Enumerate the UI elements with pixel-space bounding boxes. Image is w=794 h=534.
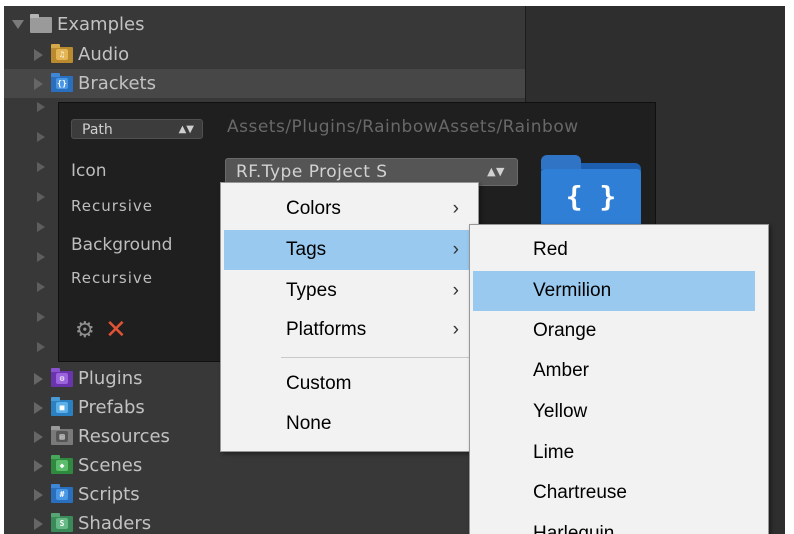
scenes-folder-icon: ◆ <box>51 454 73 474</box>
tree-item-label: Scripts <box>78 484 140 505</box>
menu-item-custom[interactable]: Custom <box>224 364 475 404</box>
menu-item-colors[interactable]: Colors › <box>224 189 475 229</box>
collapse-arrow-icon[interactable] <box>37 192 45 202</box>
audio-folder-icon: ♫ <box>51 43 73 63</box>
tree-item-resources[interactable]: ▤ Resources <box>34 422 170 451</box>
collapse-arrow-icon[interactable] <box>34 488 43 501</box>
path-field[interactable]: Assets/Plugins/RainbowAssets/Rainbow <box>227 117 579 137</box>
submenu-item[interactable]: Chartreuse <box>473 473 755 513</box>
brackets-folder-icon: {} <box>51 72 73 92</box>
submenu-item[interactable]: Yellow <box>473 392 755 432</box>
background-label: Background <box>71 235 173 255</box>
tree-item-label: Resources <box>78 426 170 447</box>
prefabs-folder-icon: ■ <box>51 396 73 416</box>
path-mode-value: Path <box>82 122 113 138</box>
resources-folder-icon: ▤ <box>51 425 73 445</box>
submenu-item[interactable]: Lime <box>473 433 755 473</box>
tree-item-label: Shaders <box>78 513 152 534</box>
tree-item-label: Scenes <box>78 455 143 476</box>
gear-icon[interactable]: ⚙ <box>75 320 95 342</box>
submenu-arrow-icon: › <box>452 319 459 340</box>
tree-item-plugins[interactable]: ⚙ Plugins <box>34 364 142 393</box>
tree-item-label: Examples <box>57 14 145 35</box>
tree-item-prefabs[interactable]: ■ Prefabs <box>34 393 145 422</box>
collapse-arrow-icon[interactable] <box>37 162 45 172</box>
menu-item-types[interactable]: Types › <box>224 271 475 311</box>
collapse-arrow-icon[interactable] <box>37 312 45 322</box>
collapse-arrow-icon[interactable] <box>34 77 43 90</box>
collapse-arrow-icon[interactable] <box>34 430 43 443</box>
icon-select-value: RF.Type Project S <box>236 162 388 182</box>
path-mode-select[interactable]: Path ▲▼ <box>71 119 203 139</box>
collapse-arrow-icon[interactable] <box>34 401 43 414</box>
tree-item-label: Prefabs <box>78 397 145 418</box>
dropdown-caret-icon: ▲▼ <box>487 165 505 178</box>
folder-preview-icon: { } <box>541 155 641 233</box>
submenu-item[interactable]: Orange <box>473 311 755 351</box>
submenu-item[interactable]: Amber <box>473 351 755 391</box>
tags-submenu: Red Vermilion Orange Amber Yellow Lime C… <box>469 224 769 534</box>
shaders-folder-icon: S <box>51 512 73 532</box>
tree-item-audio[interactable]: ♫ Audio <box>34 40 129 69</box>
collapse-arrow-icon[interactable] <box>37 132 45 142</box>
collapse-arrow-icon[interactable] <box>34 372 43 385</box>
collapse-arrow-icon[interactable] <box>37 102 45 112</box>
menu-item-tags[interactable]: Tags › <box>224 230 475 270</box>
submenu-arrow-icon: › <box>452 198 459 219</box>
tree-item-scenes[interactable]: ◆ Scenes <box>34 451 142 480</box>
context-menu: Colors › Tags › Types › Platforms › Cust… <box>220 182 479 452</box>
tree-item-brackets[interactable]: {} Brackets <box>4 69 525 98</box>
collapse-arrow-icon[interactable] <box>37 342 45 352</box>
collapse-arrow-icon[interactable] <box>37 252 45 262</box>
scripts-folder-icon: # <box>51 483 73 503</box>
tree-item-label: Brackets <box>78 73 156 94</box>
menu-item-platforms[interactable]: Platforms › <box>224 310 475 350</box>
collapse-arrow-icon[interactable] <box>34 48 43 61</box>
submenu-item[interactable]: Harlequin <box>473 514 755 534</box>
tree-item-shaders[interactable]: S Shaders <box>34 509 151 534</box>
menu-separator <box>281 357 471 358</box>
collapse-arrow-icon[interactable] <box>37 222 45 232</box>
folder-icon <box>30 13 52 33</box>
collapse-arrow-icon[interactable] <box>34 517 43 530</box>
tree-item-label: Audio <box>78 44 130 65</box>
tree-item-scripts[interactable]: # Scripts <box>34 480 140 509</box>
recursive-label: Recursive <box>71 197 153 215</box>
plugins-folder-icon: ⚙ <box>51 367 73 387</box>
recursive-label: Recursive <box>71 269 153 287</box>
tree-item-label: Plugins <box>78 368 143 389</box>
tree-item-examples[interactable]: Examples <box>12 10 144 39</box>
submenu-arrow-icon: › <box>452 239 459 260</box>
submenu-item[interactable]: Vermilion <box>473 271 755 311</box>
submenu-arrow-icon: › <box>452 280 459 301</box>
collapse-arrow-icon[interactable] <box>37 282 45 292</box>
submenu-item[interactable]: Red <box>473 230 755 270</box>
icon-label: Icon <box>71 161 107 181</box>
dropdown-caret-icon: ▲▼ <box>178 124 194 135</box>
menu-item-none[interactable]: None <box>224 404 475 444</box>
collapse-arrow-icon[interactable] <box>34 459 43 472</box>
expand-arrow-icon[interactable] <box>12 20 24 29</box>
project-window: Examples ♫ Audio {} Brackets ⚙ Plugins ■… <box>4 6 785 534</box>
remove-icon[interactable]: ✕ <box>105 317 127 343</box>
